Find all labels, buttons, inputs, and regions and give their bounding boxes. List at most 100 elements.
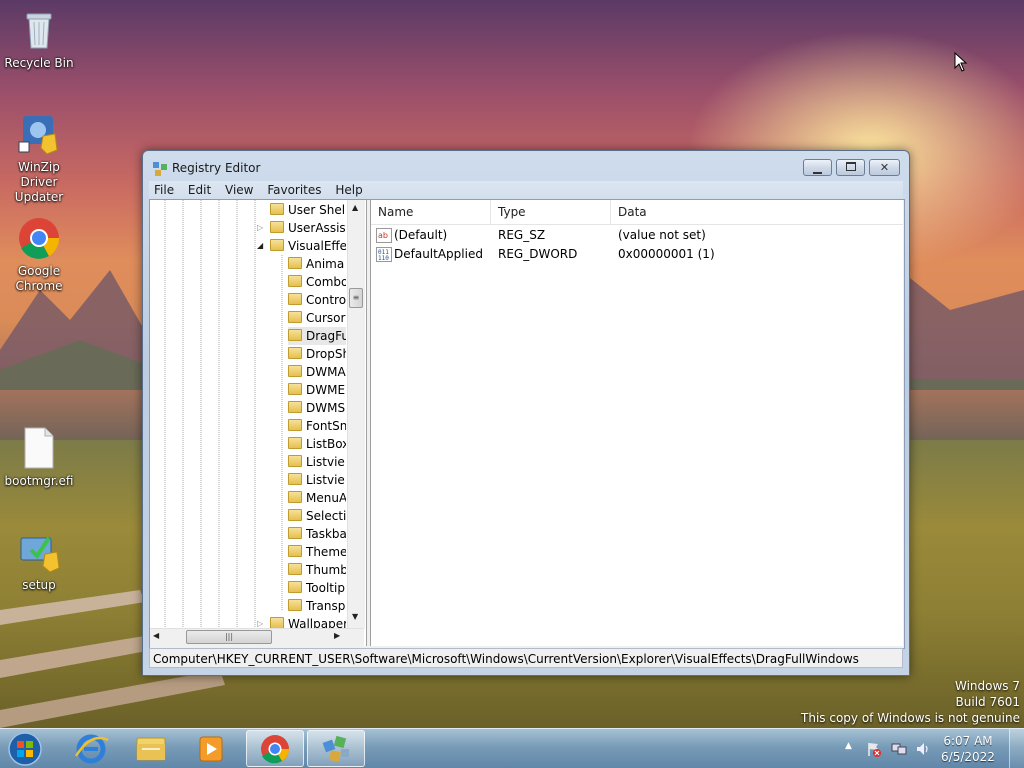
tree-node[interactable]: Listvie (288, 471, 345, 489)
taskbar-media-player[interactable] (182, 730, 240, 767)
show-desktop-button[interactable] (1009, 729, 1024, 768)
tree-node[interactable]: MenuA (288, 489, 346, 507)
tree-node[interactable]: Combo (288, 273, 346, 291)
minimize-button[interactable] (803, 159, 832, 176)
tree-node[interactable]: ◢ VisualEffec (257, 237, 346, 255)
tree-horizontal-scrollbar[interactable]: ◀ ||| ▶ (150, 628, 364, 646)
volume-icon[interactable] (915, 741, 931, 757)
tree-node[interactable]: Theme (288, 543, 346, 561)
tree-node[interactable]: ▷ Wallpaper (257, 615, 346, 628)
tree-node-label: MenuA (306, 491, 346, 505)
tree-node-label: Theme (306, 545, 346, 559)
tree-node[interactable]: Taskba (288, 525, 346, 543)
action-center-flag-icon[interactable] (866, 741, 882, 757)
minimize-icon (813, 172, 822, 174)
folder-icon (288, 599, 302, 611)
network-icon[interactable] (891, 741, 907, 757)
tree-node[interactable]: DWMS (288, 399, 345, 417)
scroll-down-arrow-icon[interactable]: ▼ (352, 612, 358, 621)
menu-file[interactable]: File (149, 181, 179, 199)
taskbar-file-explorer[interactable] (122, 730, 180, 767)
tree-node[interactable]: Anima (288, 255, 344, 273)
scroll-left-arrow-icon[interactable]: ◀ (153, 631, 159, 640)
string-value-icon: ab (376, 228, 392, 243)
taskbar-clock[interactable]: 6:07 AM 6/5/2022 (938, 733, 998, 765)
tree-node[interactable]: Cursor (288, 309, 345, 327)
desktop-icon-recycle-bin[interactable]: Recycle Bin (0, 8, 79, 71)
desktop-icon-bootmgr[interactable]: bootmgr.efi (0, 426, 79, 489)
scroll-up-arrow-icon[interactable]: ▲ (352, 203, 358, 212)
internet-explorer-icon (74, 734, 109, 764)
hscroll-thumb[interactable]: ||| (186, 630, 272, 644)
list-row-default[interactable]: ab (Default) REG_SZ (value not set) (371, 226, 903, 245)
tree-collapsed-arrow-icon[interactable]: ▷ (257, 219, 263, 237)
folder-icon (288, 329, 302, 341)
folder-icon (288, 491, 302, 503)
tree-node[interactable]: FontSn (288, 417, 346, 435)
taskbar: ▲ 6:07 AM 6/5/2022 (0, 728, 1024, 768)
desktop-icon-google-chrome[interactable]: Google Chrome (0, 216, 79, 294)
taskbar-regedit[interactable] (307, 730, 365, 767)
setup-icon (20, 536, 60, 573)
regedit-icon (322, 735, 349, 762)
menu-edit[interactable]: Edit (183, 181, 216, 199)
value-data: 0x00000001 (1) (618, 247, 715, 261)
tree-node[interactable]: DragFu (288, 327, 346, 345)
column-header-type[interactable]: Type (491, 200, 611, 224)
tree-node[interactable]: Thumb (288, 561, 346, 579)
tree-node[interactable]: DropSh (288, 345, 346, 363)
tree-node[interactable]: ▷ UserAssist (257, 219, 346, 237)
scroll-right-arrow-icon[interactable]: ▶ (334, 631, 340, 640)
folder-icon (288, 563, 302, 575)
tree-vertical-scrollbar[interactable]: ▲ ≡ ▼ (347, 200, 365, 628)
tree-node-label: DropSh (306, 347, 346, 361)
values-list[interactable]: Name Type Data ab (Default) REG_SZ (valu… (370, 200, 903, 646)
status-bar: Computer\HKEY_CURRENT_USER\Software\Micr… (149, 648, 903, 668)
column-header-data[interactable]: Data (611, 200, 903, 224)
tree-node[interactable]: Listvie (288, 453, 345, 471)
desktop-icon-label: setup (22, 578, 56, 592)
menu-favorites[interactable]: Favorites (262, 181, 326, 199)
menu-view[interactable]: View (220, 181, 258, 199)
title-bar[interactable]: Registry Editor ✕ (143, 151, 909, 181)
tree-node-label: Wallpaper (288, 617, 346, 628)
binary-value-icon: 011 110 (376, 247, 392, 262)
desktop-icon-setup[interactable]: setup (0, 530, 79, 593)
folder-icon (288, 473, 302, 485)
menu-help[interactable]: Help (330, 181, 367, 199)
scroll-thumb[interactable]: ≡ (349, 288, 363, 308)
registry-tree[interactable]: User Shell ▷ UserAssist ◢ VisualEffec Anima Co… (150, 200, 367, 646)
folder-icon (288, 347, 302, 359)
desktop-icon-winzip-driver-updater[interactable]: WinZip Driver Updater (0, 112, 79, 205)
tree-node[interactable]: Selecti (288, 507, 346, 525)
tray-show-hidden-icons[interactable]: ▲ (845, 741, 852, 751)
tree-collapsed-arrow-icon[interactable]: ▷ (257, 615, 263, 628)
regedit-icon (153, 162, 167, 176)
clock-time: 6:07 AM (943, 734, 993, 748)
maximize-button[interactable] (836, 159, 865, 176)
tree-node[interactable]: User Shell (270, 201, 346, 219)
chrome-icon (19, 218, 60, 259)
taskbar-chrome[interactable] (246, 730, 304, 767)
value-type: REG_DWORD (498, 247, 578, 261)
tree-node[interactable]: Tooltip (288, 579, 345, 597)
tree-node[interactable]: DWME (288, 381, 345, 399)
list-row-defaultapplied[interactable]: 011 110 DefaultApplied REG_DWORD 0x00000… (371, 245, 903, 264)
tree-node[interactable]: ListBox (288, 435, 346, 453)
folder-icon (288, 545, 302, 557)
recycle-bin-icon (26, 13, 52, 49)
tree-node-label: UserAssist (288, 221, 346, 235)
chrome-icon (261, 735, 289, 764)
registry-editor-window[interactable]: Registry Editor ✕ File Edit View Favorit… (142, 150, 910, 676)
close-button[interactable]: ✕ (869, 159, 900, 176)
tree-node[interactable]: Contro (288, 291, 346, 309)
folder-icon (288, 419, 302, 431)
tree-expanded-arrow-icon[interactable]: ◢ (257, 237, 263, 255)
start-button[interactable] (5, 729, 47, 768)
taskbar-internet-explorer[interactable] (62, 730, 120, 767)
column-header-name[interactable]: Name (371, 200, 491, 224)
tree-node[interactable]: DWMA (288, 363, 346, 381)
folder-icon (288, 455, 302, 467)
tree-node[interactable]: Transp (288, 597, 345, 615)
maximize-icon (845, 162, 856, 171)
